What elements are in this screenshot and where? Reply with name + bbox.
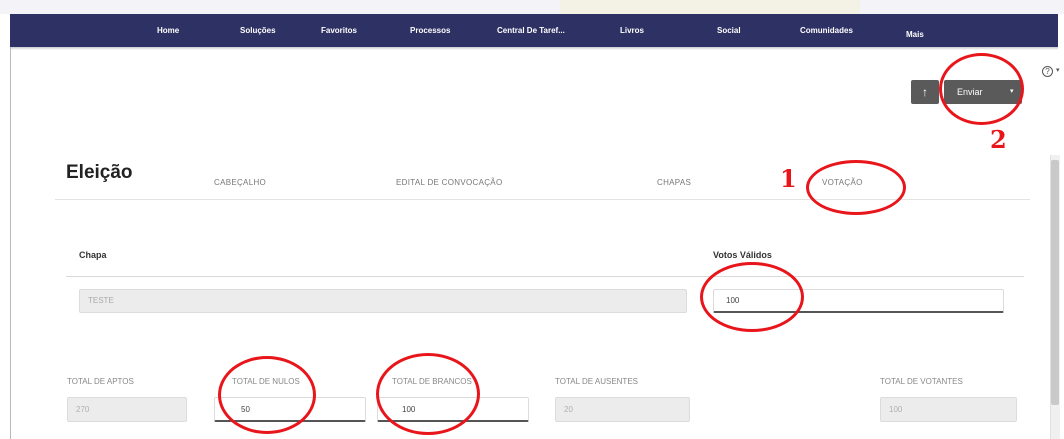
arrow-up-icon: ↑ bbox=[922, 85, 928, 99]
total-ausentes-label: TOTAL DE AUSENTES bbox=[555, 377, 638, 386]
total-nulos-label: TOTAL DE NULOS bbox=[232, 377, 300, 386]
total-brancos-label: TOTAL DE BRANCOS bbox=[392, 377, 472, 386]
upload-button[interactable]: ↑ bbox=[911, 80, 939, 104]
tab-edital-de-convocacao[interactable]: EDITAL DE CONVOCAÇÃO bbox=[396, 178, 502, 187]
send-button[interactable]: Enviar ▾ bbox=[944, 80, 1022, 104]
nav-item-central-de-tarefas[interactable]: Central De Taref... bbox=[497, 14, 565, 47]
total-aptos-field: 270 bbox=[67, 397, 187, 422]
annotation-circle-brancos bbox=[376, 353, 480, 435]
total-aptos-label: TOTAL DE APTOS bbox=[67, 377, 134, 386]
tab-chapas[interactable]: CHAPAS bbox=[657, 178, 691, 187]
tabs-divider bbox=[55, 199, 1030, 200]
column-header-chapa: Chapa bbox=[79, 250, 107, 260]
nav-item-solucoes[interactable]: Soluções bbox=[240, 14, 276, 47]
chevron-down-icon[interactable]: ▾ bbox=[1010, 80, 1014, 104]
help-caret-icon[interactable]: ▾ bbox=[1056, 66, 1060, 74]
nav-item-livros[interactable]: Livros bbox=[620, 14, 644, 47]
help-icon[interactable]: ? bbox=[1042, 66, 1053, 77]
table-header-divider bbox=[66, 276, 1024, 277]
top-banner-strip bbox=[0, 0, 1064, 14]
send-button-label: Enviar bbox=[957, 87, 983, 97]
nav-item-processos[interactable]: Processos bbox=[410, 14, 450, 47]
total-votantes-field: 100 bbox=[880, 397, 1017, 422]
content-left-border bbox=[10, 47, 11, 439]
total-brancos-input[interactable]: 100 bbox=[377, 397, 529, 422]
tab-cabecalho[interactable]: CABEÇALHO bbox=[214, 178, 266, 187]
votos-validos-input[interactable]: 100 bbox=[713, 289, 1004, 313]
scrollbar-thumb[interactable] bbox=[1051, 160, 1059, 405]
annotation-circle-nulos bbox=[218, 356, 316, 434]
total-ausentes-field: 20 bbox=[555, 397, 690, 422]
nav-item-favoritos[interactable]: Favoritos bbox=[321, 14, 357, 47]
page-title: Eleição bbox=[66, 162, 133, 183]
banner-fade bbox=[560, 0, 860, 14]
chapa-name-field: TESTE bbox=[79, 289, 687, 313]
nav-item-home[interactable]: Home bbox=[157, 14, 179, 47]
annotation-circle-votacao-tab bbox=[806, 160, 906, 215]
annotation-number-2: 2 bbox=[990, 125, 1007, 154]
column-header-votos-validos: Votos Válidos bbox=[713, 250, 772, 260]
total-votantes-label: TOTAL DE VOTANTES bbox=[880, 377, 963, 386]
top-navbar: Home Soluções Favoritos Processos Centra… bbox=[10, 14, 1058, 47]
navbar-shadow bbox=[10, 47, 1058, 50]
nav-item-social[interactable]: Social bbox=[717, 14, 741, 47]
annotation-number-1: 1 bbox=[780, 164, 797, 193]
nav-item-comunidades[interactable]: Comunidades bbox=[800, 14, 853, 47]
tab-votacao[interactable]: VOTAÇÃO bbox=[822, 178, 863, 187]
total-nulos-input[interactable]: 50 bbox=[214, 397, 366, 422]
